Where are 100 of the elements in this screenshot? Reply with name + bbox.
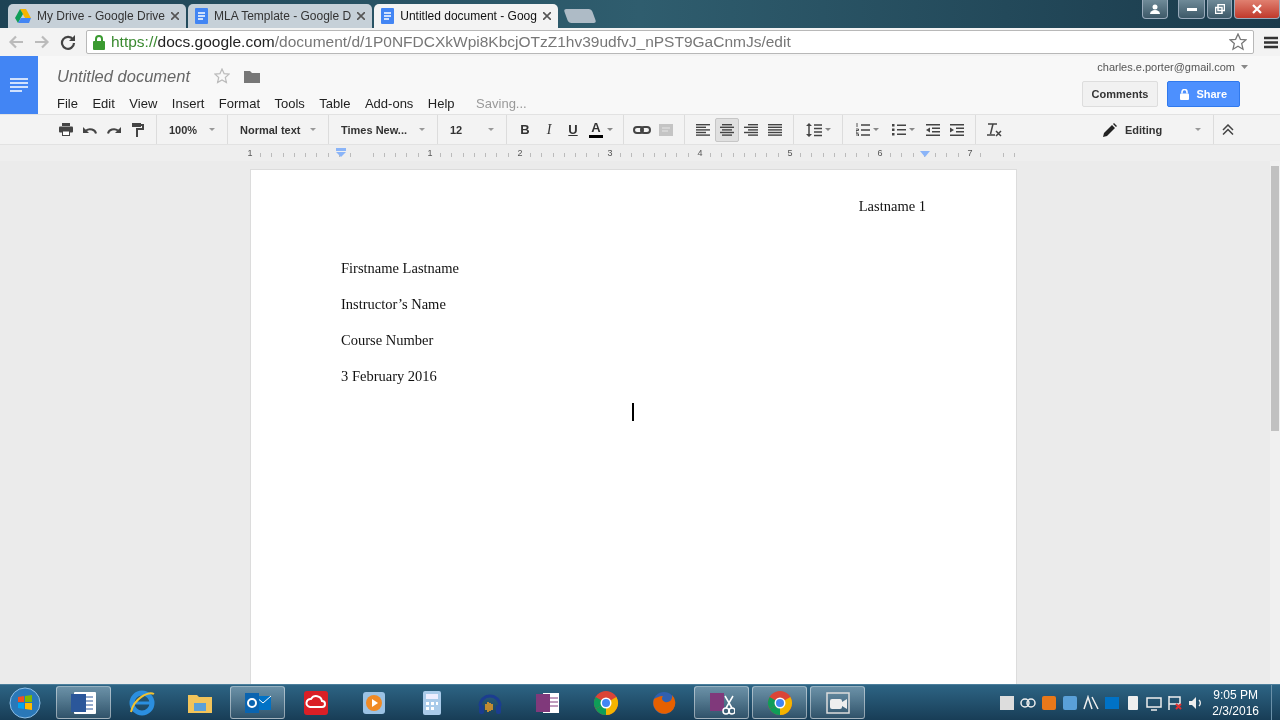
justify-icon — [768, 123, 782, 136]
person-icon — [1150, 4, 1160, 14]
tray-icon — [1041, 694, 1058, 711]
caret-icon — [419, 128, 425, 131]
bold-button[interactable]: B — [513, 117, 537, 142]
menu-item[interactable]: Add-ons — [364, 95, 414, 111]
caret-icon — [209, 128, 215, 131]
minimize-button[interactable] — [1178, 0, 1205, 19]
font-dropdown[interactable]: Times New... — [335, 117, 431, 142]
text-color-button[interactable]: A — [585, 117, 617, 142]
taskbar-button[interactable] — [752, 686, 807, 719]
browser-tab[interactable]: Untitled document - Goog — [374, 4, 558, 28]
caret-icon — [488, 128, 494, 131]
menu-item[interactable]: File — [57, 95, 78, 111]
caret-icon — [908, 128, 915, 131]
zoom-dropdown[interactable]: 100% — [163, 117, 221, 142]
star-icon — [1229, 33, 1247, 51]
ruler-number: 1 — [425, 148, 435, 158]
drive-icon — [15, 9, 31, 23]
taskbar-button[interactable] — [56, 686, 111, 719]
ruler-number: 6 — [875, 148, 885, 158]
editing-mode-dropdown[interactable]: Editing — [1097, 122, 1207, 137]
document-lines-icon — [10, 78, 28, 92]
underline-button[interactable]: U — [561, 117, 585, 142]
bulleted-list-icon — [891, 123, 906, 136]
page-header-text: Lastname 1 — [858, 198, 926, 214]
profile-button[interactable] — [1142, 0, 1168, 19]
ruler-number: 5 — [785, 148, 795, 158]
comments-button[interactable]: Comments — [1081, 81, 1159, 107]
app-icon — [650, 689, 677, 716]
lock-icon — [93, 34, 105, 50]
undo-icon — [83, 124, 97, 135]
restore-button[interactable] — [1207, 0, 1232, 19]
menu-item[interactable]: Format — [218, 95, 260, 111]
align-left-icon — [696, 123, 710, 136]
account-email[interactable]: charles.e.porter@gmail.com — [1097, 61, 1235, 73]
menu-icon — [1264, 35, 1278, 49]
docs-logo[interactable] — [0, 56, 38, 114]
paragraph-text: 3 February 2016 — [341, 368, 437, 384]
tray-icon — [1146, 694, 1163, 711]
menu-item[interactable]: Edit — [92, 95, 115, 111]
menu-button[interactable] — [1264, 35, 1278, 49]
browser-tab[interactable]: My Drive - Google Drive — [8, 4, 187, 28]
minimize-icon — [1186, 7, 1197, 11]
caret-icon — [606, 128, 613, 131]
menu-item[interactable]: View — [129, 95, 158, 111]
caret-icon — [824, 128, 831, 131]
tray-icon — [1083, 694, 1100, 711]
indent-marker-icon — [336, 148, 346, 157]
pencil-icon — [1103, 122, 1117, 137]
document-icon — [195, 8, 209, 24]
app-icon — [302, 689, 329, 716]
style-dropdown[interactable]: Normal text — [234, 117, 322, 142]
lock-icon — [1180, 88, 1190, 100]
menu-item[interactable]: Insert — [171, 95, 205, 111]
comment-icon — [659, 123, 673, 136]
app-icon — [592, 689, 619, 716]
new-tab-button[interactable] — [563, 9, 597, 23]
menu-item[interactable]: Help — [427, 95, 455, 111]
clock[interactable]: 9:05 PM 2/3/2016 — [1212, 686, 1259, 719]
taskbar-button[interactable] — [810, 686, 865, 719]
taskbar-button[interactable] — [694, 686, 749, 719]
paragraph-text: Instructor’s Name — [341, 296, 446, 312]
decrease-indent-icon — [926, 123, 940, 136]
document-title[interactable]: Untitled document — [57, 66, 190, 86]
scrollbar-thumb[interactable] — [1271, 166, 1279, 431]
align-right-icon — [744, 123, 758, 136]
close-icon — [1252, 4, 1262, 14]
ruler-number: 2 — [515, 148, 525, 158]
italic-button[interactable]: I — [537, 117, 561, 142]
caret-icon — [872, 128, 879, 131]
app-icon — [128, 689, 155, 716]
taskbar-button[interactable] — [230, 686, 285, 719]
paragraph-text: Course Number — [341, 332, 434, 348]
browser-tab[interactable]: MLA Template - Google D — [188, 4, 373, 28]
reload-button[interactable] — [60, 34, 76, 50]
app-icon — [70, 689, 97, 716]
align-center-button[interactable] — [715, 117, 739, 142]
ruler-number: 1 — [245, 148, 255, 158]
app-icon — [824, 689, 851, 716]
url-text: https://docs.google.com/document/d/1P0NFDCXkWpi8KbcjOTzZ1hv39udfvJ_nPST9GaCnmJs/edit — [111, 33, 792, 51]
paint-roller-icon — [132, 122, 144, 137]
address-field[interactable]: https://docs.google.com/document/d/1P0NFDCXkWpi8KbcjOTzZ1hv39udfvJ_nPST9GaCnmJs/edit — [86, 30, 1254, 54]
tray-icon — [1167, 694, 1184, 711]
tray-icon — [1104, 694, 1121, 711]
close-icon — [542, 12, 551, 20]
close-window-button[interactable] — [1234, 0, 1280, 19]
tab-title: My Drive - Google Drive — [37, 9, 166, 23]
menu-item[interactable]: Table — [319, 95, 351, 111]
document-page[interactable]: Lastname 1 Firstname Lastname Instructor’s Name Course Number 3 February 2016 — [251, 170, 1016, 684]
document-icon — [381, 8, 395, 24]
app-icon — [766, 689, 793, 716]
caret-icon — [1195, 128, 1201, 131]
menu-item[interactable]: Tools — [274, 95, 305, 111]
font-size-dropdown[interactable]: 12 — [444, 117, 500, 142]
tray-icon — [999, 694, 1016, 711]
ruler-number: 4 — [695, 148, 705, 158]
close-icon — [357, 12, 366, 20]
collapse-icon — [1222, 124, 1234, 135]
close-icon — [171, 12, 180, 20]
